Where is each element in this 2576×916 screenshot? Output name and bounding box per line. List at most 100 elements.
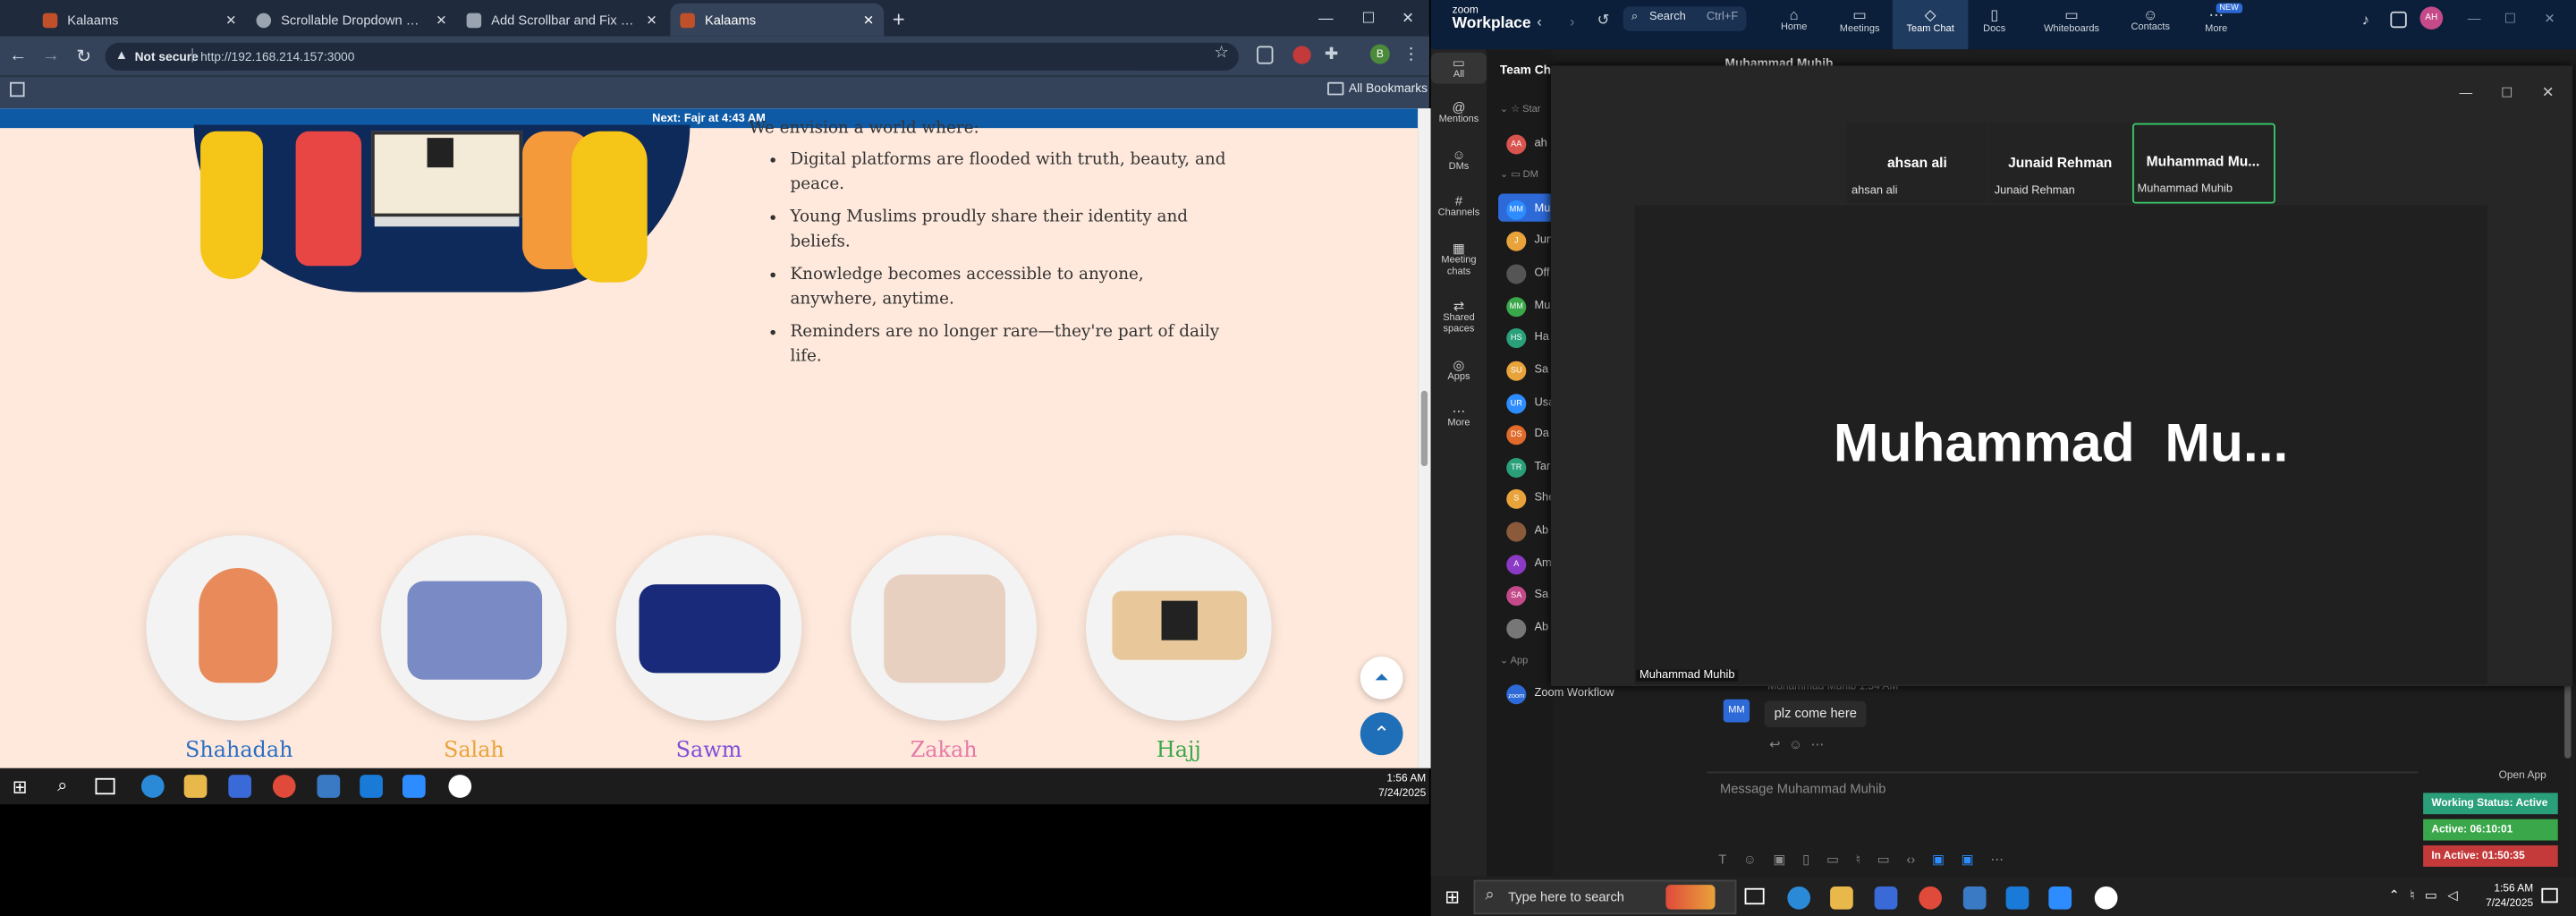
zoom-taskbar-icon[interactable] bbox=[2048, 886, 2072, 910]
dm-avatar[interactable]: MM bbox=[1506, 297, 1527, 318]
nav-contacts[interactable]: ☺ Contacts bbox=[2113, 6, 2188, 32]
app-icon[interactable] bbox=[448, 775, 472, 798]
scrollbar-thumb[interactable] bbox=[1420, 390, 1428, 467]
browser-tab[interactable]: Scrollable Dropdown Mobile Fri ✕ bbox=[247, 4, 457, 37]
taskbar-search-input[interactable]: ⌕ Type here to search bbox=[1473, 879, 1737, 915]
close-window-button[interactable]: ✕ bbox=[2538, 82, 2558, 102]
dm-name[interactable]: Ha bbox=[1534, 332, 1548, 344]
task-view-icon[interactable] bbox=[95, 777, 115, 795]
profile-avatar[interactable]: B bbox=[1369, 44, 1390, 64]
dm-name[interactable]: Sa bbox=[1534, 364, 1548, 376]
participant-tile[interactable]: Junaid Rehman Junaid Rehman bbox=[1989, 123, 2131, 204]
browser-tab-active[interactable]: Kalaams ✕ bbox=[670, 3, 885, 37]
pillar-sawm-card[interactable] bbox=[615, 535, 802, 721]
app-icon[interactable]: ▣ bbox=[1932, 852, 1945, 867]
back-arrow-icon[interactable]: ‹ bbox=[1531, 12, 1547, 31]
open-app-link[interactable]: Open App bbox=[2499, 770, 2546, 782]
mic-icon[interactable]: ♮ bbox=[2410, 888, 2414, 903]
section-dms[interactable]: ⌄ ▭ DM bbox=[1500, 169, 1538, 181]
volume-icon[interactable]: ◁ bbox=[2447, 888, 2457, 903]
screenshot-icon[interactable]: ▭ bbox=[1826, 852, 1839, 867]
extension-icon[interactable] bbox=[1257, 46, 1274, 64]
dm-name[interactable]: Mu bbox=[1534, 301, 1550, 312]
reply-icon[interactable]: ↩ bbox=[1769, 737, 1780, 752]
app-icon[interactable] bbox=[1962, 886, 1987, 910]
emoji-icon[interactable]: ☺ bbox=[1789, 737, 1802, 752]
dm-name[interactable]: Da bbox=[1534, 428, 1548, 440]
more-icon[interactable]: ⋯ bbox=[1811, 737, 1825, 752]
left-nav-dms[interactable]: ☺ DMs bbox=[1431, 148, 1487, 173]
left-nav-mentions[interactable]: @ Mentions bbox=[1431, 100, 1487, 125]
file-explorer-icon[interactable] bbox=[1830, 886, 1853, 910]
active-speaker-tile[interactable]: Muhammad Mu... Muhammad Muhib bbox=[2132, 123, 2275, 204]
dm-avatar[interactable]: SU bbox=[1506, 360, 1527, 381]
mic-icon[interactable]: ♮ bbox=[1856, 852, 1860, 867]
all-bookmarks-link[interactable]: All Bookmarks bbox=[1349, 81, 1428, 96]
section-starred[interactable]: ⌄ ☆ Star bbox=[1500, 104, 1540, 114]
close-window-button[interactable]: ✕ bbox=[1396, 6, 1419, 30]
apps-grid-icon[interactable] bbox=[10, 81, 25, 98]
close-icon[interactable]: ✕ bbox=[225, 13, 236, 28]
left-nav-more[interactable]: ⋯ More bbox=[1431, 403, 1487, 428]
page-scrollbar[interactable] bbox=[1418, 108, 1431, 768]
dm-avatar[interactable]: S bbox=[1506, 488, 1527, 509]
forward-arrow-icon[interactable]: › bbox=[1564, 12, 1580, 31]
dm-avatar[interactable]: UR bbox=[1506, 394, 1527, 414]
history-icon[interactable]: ↺ bbox=[1594, 10, 1614, 30]
bookmark-star-icon[interactable]: ☆ bbox=[1214, 45, 1228, 63]
notifications-icon[interactable] bbox=[2541, 887, 2558, 903]
gif-icon[interactable]: ▣ bbox=[1774, 852, 1786, 867]
dm-avatar[interactable]: J bbox=[1506, 231, 1527, 251]
browser-tab[interactable]: Add Scrollbar and Fix Height fo ✕ bbox=[457, 4, 667, 37]
store-icon[interactable] bbox=[1874, 886, 1898, 910]
emoji-icon[interactable]: ☺ bbox=[1743, 852, 1757, 867]
maximize-button[interactable]: ☐ bbox=[1357, 6, 1380, 30]
nav-docs[interactable]: ▯ Docs bbox=[1957, 6, 2032, 34]
windows-start-icon[interactable]: ⊞ bbox=[10, 776, 30, 797]
maximize-button[interactable]: ☐ bbox=[2497, 82, 2517, 102]
pillar-salah-card[interactable] bbox=[381, 535, 567, 721]
message-actions[interactable]: ↩ ☺ ⋯ bbox=[1769, 737, 1824, 752]
left-nav-apps[interactable]: ◎ Apps bbox=[1431, 358, 1487, 383]
calendar-icon[interactable] bbox=[2390, 11, 2407, 29]
zoom-taskbar-icon[interactable] bbox=[402, 775, 426, 798]
dm-name[interactable]: Sa bbox=[1534, 589, 1548, 601]
search-icon[interactable]: ⌕ bbox=[53, 776, 72, 796]
dm-name[interactable]: Mu bbox=[1534, 204, 1550, 216]
dm-avatar[interactable]: HS bbox=[1506, 328, 1527, 349]
minimize-button[interactable]: — bbox=[2456, 82, 2476, 102]
chevron-up-icon[interactable]: ⌃ bbox=[2389, 888, 2400, 903]
chrome-icon[interactable] bbox=[272, 775, 296, 798]
dm-name[interactable]: ah bbox=[1534, 138, 1546, 149]
new-tab-button[interactable]: + bbox=[887, 5, 911, 30]
scroll-to-top-button[interactable]: ⌃ bbox=[1360, 712, 1403, 756]
file-explorer-icon[interactable] bbox=[183, 775, 208, 798]
message-input[interactable]: Message Muhammad Muhib bbox=[1720, 782, 1885, 797]
scroll-up-icon[interactable]: ⏶ bbox=[1360, 657, 1403, 700]
close-icon[interactable]: ✕ bbox=[863, 13, 874, 28]
dm-avatar[interactable]: AA bbox=[1506, 134, 1527, 155]
app-icon[interactable] bbox=[317, 775, 341, 798]
nav-meetings[interactable]: ▭ Meetings bbox=[1822, 6, 1897, 34]
chrome-icon[interactable] bbox=[1919, 886, 1942, 910]
vscode-icon[interactable] bbox=[360, 775, 383, 798]
reload-icon[interactable]: ↻ bbox=[72, 45, 96, 68]
zoom-workflow-item[interactable]: Zoom Workflow bbox=[1534, 688, 1614, 700]
nav-home[interactable]: ⌂ Home bbox=[1756, 6, 1831, 32]
back-arrow-icon[interactable]: ← bbox=[6, 45, 30, 68]
participant-tile[interactable]: ahsan ali ahsan ali bbox=[1846, 123, 1988, 204]
more-icon[interactable]: ⋯ bbox=[1990, 852, 2004, 867]
close-icon[interactable]: ✕ bbox=[436, 13, 446, 28]
close-window-button[interactable]: ✕ bbox=[2540, 8, 2560, 28]
pillar-shahadah-card[interactable] bbox=[146, 535, 333, 721]
left-nav-meeting-chats[interactable]: ▦ Meeting chats bbox=[1431, 242, 1487, 279]
file-icon[interactable]: ▯ bbox=[1802, 852, 1809, 867]
dm-avatar[interactable]: A bbox=[1506, 555, 1527, 575]
task-view-icon[interactable] bbox=[1744, 887, 1765, 905]
puzzle-icon[interactable]: ✚ bbox=[1321, 45, 1343, 66]
extension-red-icon[interactable] bbox=[1292, 46, 1311, 64]
section-apps[interactable]: ⌄ App bbox=[1500, 655, 1528, 666]
dm-avatar[interactable] bbox=[1506, 618, 1527, 639]
pillar-hajj-card[interactable] bbox=[1086, 535, 1272, 721]
video-icon[interactable]: ▭ bbox=[1877, 852, 1890, 867]
